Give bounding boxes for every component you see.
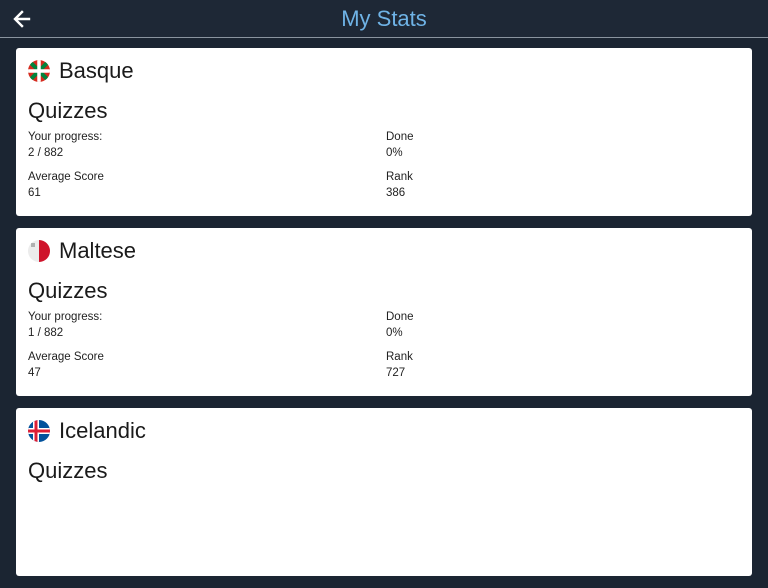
rank-label: Rank [386, 171, 413, 183]
card-header: Maltese [28, 239, 136, 263]
done-stat: Done 0% [386, 309, 414, 341]
average-score-stat: Average Score 47 [28, 349, 104, 381]
section-title: Quizzes [28, 98, 108, 123]
progress-stat: Your progress: 1 / 882 [28, 309, 102, 341]
done-value: 0% [386, 327, 403, 339]
done-value: 0% [386, 147, 403, 159]
language-name: Icelandic [59, 418, 146, 443]
basque-flag-icon [28, 60, 50, 82]
progress-label: Your progress: [28, 311, 103, 323]
app-bar: My Stats [0, 0, 768, 38]
progress-label: Your progress: [28, 131, 103, 143]
language-card-maltese: Maltese Quizzes Your progress: 1 / 882 D… [16, 228, 752, 396]
rank-value: 386 [386, 187, 406, 199]
stats-list[interactable]: Basque Quizzes Your progress: 2 / 882 Do… [16, 48, 752, 588]
rank-stat: Rank 386 [386, 169, 413, 201]
language-card-basque: Basque Quizzes Your progress: 2 / 882 Do… [16, 48, 752, 216]
average-score-value: 61 [28, 187, 41, 199]
rank-label: Rank [386, 351, 413, 363]
average-score-stat: Average Score 61 [28, 169, 104, 201]
section-title: Quizzes [28, 278, 108, 303]
done-label: Done [386, 311, 414, 323]
language-card-icelandic: Icelandic Quizzes [16, 408, 752, 576]
done-stat: Done 0% [386, 129, 414, 161]
rank-value: 727 [386, 367, 406, 379]
average-score-label: Average Score [28, 171, 104, 183]
progress-value: 1 / 882 [28, 327, 64, 339]
card-header: Basque [28, 59, 134, 83]
language-name: Maltese [59, 238, 137, 263]
section-title: Quizzes [28, 458, 108, 483]
done-label: Done [386, 131, 414, 143]
average-score-label: Average Score [28, 351, 104, 363]
progress-stat: Your progress: 2 / 882 [28, 129, 102, 161]
rank-stat: Rank 727 [386, 349, 413, 381]
language-name: Basque [59, 58, 134, 83]
maltese-flag-icon [28, 240, 50, 262]
page-title: My Stats [341, 6, 427, 31]
average-score-value: 47 [28, 367, 41, 379]
progress-value: 2 / 882 [28, 147, 64, 159]
card-header: Icelandic [28, 419, 146, 443]
icelandic-flag-icon [28, 420, 50, 442]
